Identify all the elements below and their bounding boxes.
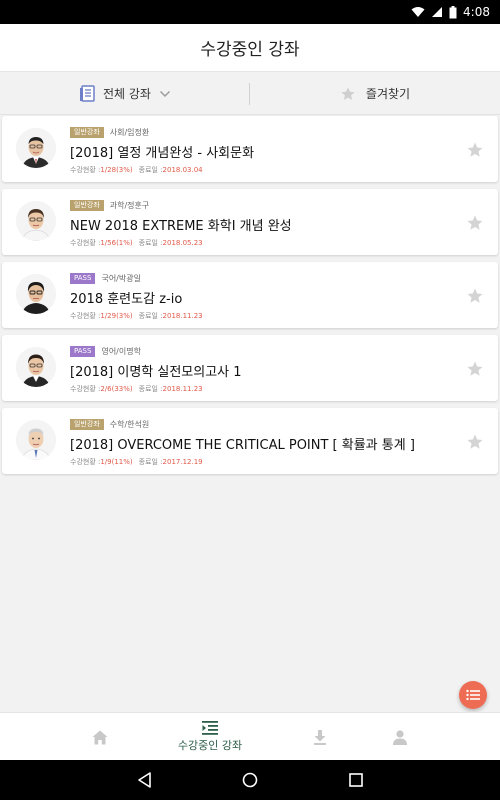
filter-label: 전체 강좌	[103, 87, 151, 101]
course-title: NEW 2018 EXTREME 화학I 개념 완성	[70, 219, 292, 234]
course-type-badge: 일반강좌	[70, 419, 104, 430]
nav-home[interactable]	[80, 713, 120, 761]
list-icon	[466, 689, 480, 701]
home-circle-icon[interactable]	[240, 770, 260, 790]
end-date-label: 종료일 :	[138, 385, 163, 393]
end-date-label: 종료일 :	[138, 166, 163, 174]
course-meta: 일반강좌 사회/임정환	[70, 127, 149, 138]
nav-profile[interactable]	[380, 713, 420, 761]
favorite-star-icon[interactable]	[466, 287, 484, 305]
course-title: [2018] OVERCOME THE CRITICAL POINT [ 확률과…	[70, 438, 415, 453]
status-bar: 4:08	[0, 0, 500, 24]
progress-value: 2/6(33%)	[100, 385, 133, 393]
back-icon[interactable]	[135, 770, 155, 790]
person-icon	[393, 729, 407, 745]
course-card[interactable]: PASS 국어/박광일 2018 훈련도감 z-io 수강현황 :1/29(3%…	[2, 262, 498, 328]
course-filter-dropdown[interactable]: 전체 강좌	[0, 73, 250, 114]
progress-value: 1/28(3%)	[100, 166, 133, 174]
course-progress: 수강현황 :1/29(3%) 종료일 :2018.11.23	[70, 311, 203, 321]
avatar	[16, 347, 56, 387]
home-icon	[92, 730, 108, 744]
teacher-name: 사회/임정환	[109, 128, 150, 137]
course-title: [2018] 이명학 실전모의고사 1	[70, 365, 242, 380]
end-date-value: 2018.03.04	[162, 166, 203, 174]
favorite-star-icon[interactable]	[466, 141, 484, 159]
progress-label: 수강현황 :	[70, 166, 101, 174]
course-meta: 일반강좌 수학/한석원	[70, 419, 149, 430]
end-date-value: 2018.11.23	[162, 312, 203, 320]
list-document-icon	[80, 85, 95, 102]
end-date-value: 2018.11.23	[162, 385, 203, 393]
course-type-badge: 일반강좌	[70, 200, 104, 211]
course-card[interactable]: 일반강좌 과학/정훈구 NEW 2018 EXTREME 화학I 개념 완성 수…	[2, 189, 498, 255]
nav-label-active: 수강중인 강좌	[177, 739, 243, 752]
star-icon	[341, 86, 355, 100]
app-header: 수강중인 강좌	[0, 24, 500, 72]
nav-downloads[interactable]	[300, 713, 340, 761]
nav-my-courses[interactable]: 수강중인 강좌	[160, 713, 260, 761]
course-progress: 수강현황 :2/6(33%) 종료일 :2018.11.23	[70, 384, 203, 394]
progress-label: 수강현황 :	[70, 312, 101, 320]
recents-icon[interactable]	[346, 770, 366, 790]
download-icon	[314, 729, 326, 745]
course-progress: 수강현황 :1/9(11%) 종료일 :2017.12.19	[70, 457, 203, 467]
course-card[interactable]: 일반강좌 사회/임정환 [2018] 열정 개념완성 - 사회문화 수강현황 :…	[2, 116, 498, 182]
progress-label: 수강현황 :	[70, 239, 101, 247]
wifi-icon	[411, 7, 425, 17]
page-title: 수강중인 강좌	[200, 40, 300, 60]
course-meta: 일반강좌 과학/정훈구	[70, 200, 149, 211]
progress-label: 수강현황 :	[70, 385, 101, 393]
end-date-label: 종료일 :	[138, 312, 163, 320]
avatar	[16, 420, 56, 460]
menu-fab-button[interactable]	[459, 681, 487, 709]
course-type-badge: PASS	[70, 346, 96, 357]
end-date-value: 2018.05.23	[162, 239, 203, 247]
favorite-star-icon[interactable]	[466, 433, 484, 451]
progress-value: 1/29(3%)	[100, 312, 133, 320]
course-meta: PASS 국어/박광일	[70, 273, 141, 284]
course-type-badge: 일반강좌	[70, 127, 104, 138]
course-title: 2018 훈련도감 z-io	[70, 292, 183, 307]
teacher-name: 수학/한석원	[109, 420, 150, 429]
signal-icon	[432, 7, 443, 17]
bottom-nav: 수강중인 강좌	[0, 712, 500, 760]
course-meta: PASS 영어/이명학	[70, 346, 141, 357]
course-progress: 수강현황 :1/28(3%) 종료일 :2018.03.04	[70, 165, 203, 175]
course-type-badge: PASS	[70, 273, 96, 284]
course-card[interactable]: 일반강좌 수학/한석원 [2018] OVERCOME THE CRITICAL…	[2, 408, 498, 474]
course-list-icon	[202, 721, 218, 735]
favorites-label: 즐겨찾기	[365, 87, 411, 101]
course-progress: 수강현황 :1/56(1%) 종료일 :2018.05.23	[70, 238, 203, 248]
avatar	[16, 274, 56, 314]
teacher-name: 과학/정훈구	[109, 201, 150, 210]
favorites-button[interactable]: 즐겨찾기	[250, 73, 500, 114]
chevron-down-icon	[159, 90, 170, 97]
teacher-name: 영어/이명학	[101, 347, 141, 356]
favorite-star-icon[interactable]	[466, 360, 484, 378]
teacher-name: 국어/박광일	[101, 274, 141, 283]
end-date-label: 종료일 :	[138, 239, 163, 247]
progress-value: 1/9(11%)	[100, 458, 133, 466]
course-title: [2018] 열정 개념완성 - 사회문화	[70, 146, 255, 161]
avatar	[16, 201, 56, 241]
favorite-star-icon[interactable]	[466, 214, 484, 232]
course-card[interactable]: PASS 영어/이명학 [2018] 이명학 실전모의고사 1 수강현황 :2/…	[2, 335, 498, 401]
progress-value: 1/56(1%)	[100, 239, 133, 247]
status-time: 4:08	[463, 5, 490, 19]
system-nav-bar	[0, 760, 500, 800]
end-date-value: 2017.12.19	[162, 458, 203, 466]
filter-bar: 전체 강좌 즐겨찾기	[0, 73, 500, 115]
progress-label: 수강현황 :	[70, 458, 101, 466]
end-date-label: 종료일 :	[138, 458, 163, 466]
avatar	[16, 128, 56, 168]
battery-icon	[449, 5, 457, 18]
